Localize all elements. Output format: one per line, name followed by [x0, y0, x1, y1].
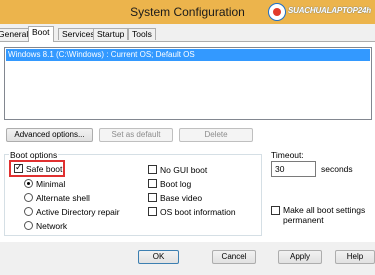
- watermark-text: SUACHUALAPTOP24h: [288, 6, 371, 15]
- network-radio[interactable]: [24, 221, 33, 230]
- no-gui-boot-label[interactable]: No GUI boot: [160, 165, 207, 175]
- os-boot-information-checkbox[interactable]: [148, 207, 157, 216]
- no-gui-boot-checkbox[interactable]: [148, 165, 157, 174]
- delete-button[interactable]: Delete: [179, 128, 253, 142]
- active-directory-repair-radio[interactable]: [24, 207, 33, 216]
- title-bar: System Configuration SUACHUALAPTOP24h: [0, 0, 375, 24]
- boot-log-label[interactable]: Boot log: [160, 179, 191, 189]
- boot-log-checkbox[interactable]: [148, 179, 157, 188]
- set-as-default-button[interactable]: Set as default: [99, 128, 173, 142]
- watermark-logo: SUACHUALAPTOP24h: [268, 3, 375, 21]
- make-permanent-checkbox[interactable]: [271, 206, 280, 215]
- active-directory-repair-label[interactable]: Active Directory repair: [36, 207, 120, 217]
- make-permanent-label-line1[interactable]: Make all boot settings: [283, 205, 365, 215]
- alternate-shell-radio[interactable]: [24, 193, 33, 202]
- base-video-checkbox[interactable]: [148, 193, 157, 202]
- watermark-logo-icon: [268, 3, 286, 21]
- tab-tools[interactable]: Tools: [128, 28, 156, 40]
- os-boot-information-label[interactable]: OS boot information: [160, 207, 236, 217]
- network-label[interactable]: Network: [36, 221, 67, 231]
- help-button[interactable]: Help: [335, 250, 375, 264]
- os-list-item-selected[interactable]: Windows 8.1 (C:\Windows) : Current OS; D…: [6, 49, 370, 61]
- tab-startup[interactable]: Startup: [93, 28, 129, 40]
- minimal-radio[interactable]: [24, 179, 33, 188]
- alternate-shell-label[interactable]: Alternate shell: [36, 193, 90, 203]
- os-list[interactable]: Windows 8.1 (C:\Windows) : Current OS; D…: [4, 47, 372, 120]
- tab-boot[interactable]: Boot: [28, 26, 54, 42]
- timeout-label: Timeout:: [271, 150, 304, 160]
- tab-strip: General Boot Services Startup Tools: [0, 26, 375, 42]
- minimal-label[interactable]: Minimal: [36, 179, 65, 189]
- base-video-label[interactable]: Base video: [160, 193, 202, 203]
- apply-button[interactable]: Apply: [278, 250, 322, 264]
- safe-boot-highlight: [9, 160, 65, 177]
- timeout-input[interactable]: 30: [271, 161, 316, 177]
- ok-button[interactable]: OK: [138, 250, 179, 264]
- timeout-unit-label: seconds: [321, 164, 353, 174]
- make-permanent-label-line2[interactable]: permanent: [283, 215, 324, 225]
- advanced-options-button[interactable]: Advanced options...: [6, 128, 93, 142]
- boot-options-label: Boot options: [9, 150, 59, 160]
- cancel-button[interactable]: Cancel: [212, 250, 256, 264]
